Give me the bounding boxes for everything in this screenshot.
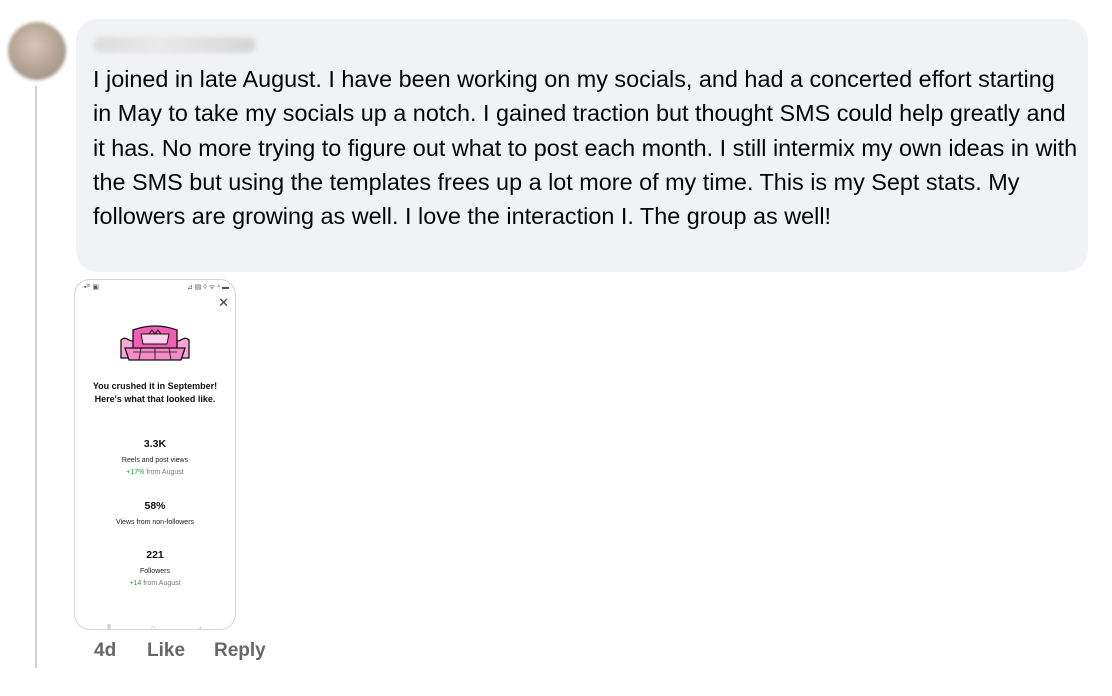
- comment-text: I joined in late August. I have been wor…: [93, 66, 1078, 230]
- stat-nonfollowers-value: 58%: [144, 500, 166, 512]
- stage-illustration-icon: [120, 325, 190, 361]
- nav-home-icon: ○: [151, 623, 157, 630]
- close-icon: ✕: [218, 295, 229, 310]
- nav-back-icon: ‹: [199, 623, 202, 630]
- comment-bubble: I joined in late August. I have been wor…: [76, 19, 1088, 272]
- like-button[interactable]: Like: [147, 640, 185, 662]
- summary-headline: You crushed it in September! Here's what…: [92, 381, 218, 404]
- stat-followers-change-value: +14: [129, 580, 142, 587]
- author-name-blurred[interactable]: [94, 37, 256, 53]
- thread-line: [35, 86, 37, 668]
- reply-button[interactable]: Reply: [214, 640, 266, 662]
- stat-views-change: +17% from August: [75, 469, 235, 476]
- status-bar-right: ⊿ ▤ ◊ ᯤ ⁴ ▬: [186, 284, 229, 291]
- comment-time[interactable]: 4d: [94, 640, 116, 662]
- stat-views-value: 3.3K: [143, 438, 167, 450]
- status-bar-left: ▪ᴵ⁰ ▣: [84, 284, 100, 291]
- stat-followers-value: 221: [146, 549, 164, 561]
- attached-screenshot[interactable]: ▪ᴵ⁰ ▣ ⊿ ▤ ◊ ᯤ ⁴ ▬ ✕ You crushed it in Se…: [74, 279, 236, 630]
- stat-followers-change: +14 from August: [75, 580, 235, 587]
- stat-views-label: Reels and post views: [121, 457, 189, 464]
- avatar[interactable]: [8, 22, 66, 80]
- stat-followers-label: Followers: [140, 568, 170, 575]
- stat-followers-change-suffix: from August: [141, 580, 181, 587]
- nav-recents-icon: ⦀: [107, 623, 111, 630]
- stat-views-change-suffix: from August: [144, 469, 184, 476]
- stat-nonfollowers-label: Views from non-followers: [115, 519, 195, 526]
- stat-views-change-value: +17%: [126, 469, 145, 476]
